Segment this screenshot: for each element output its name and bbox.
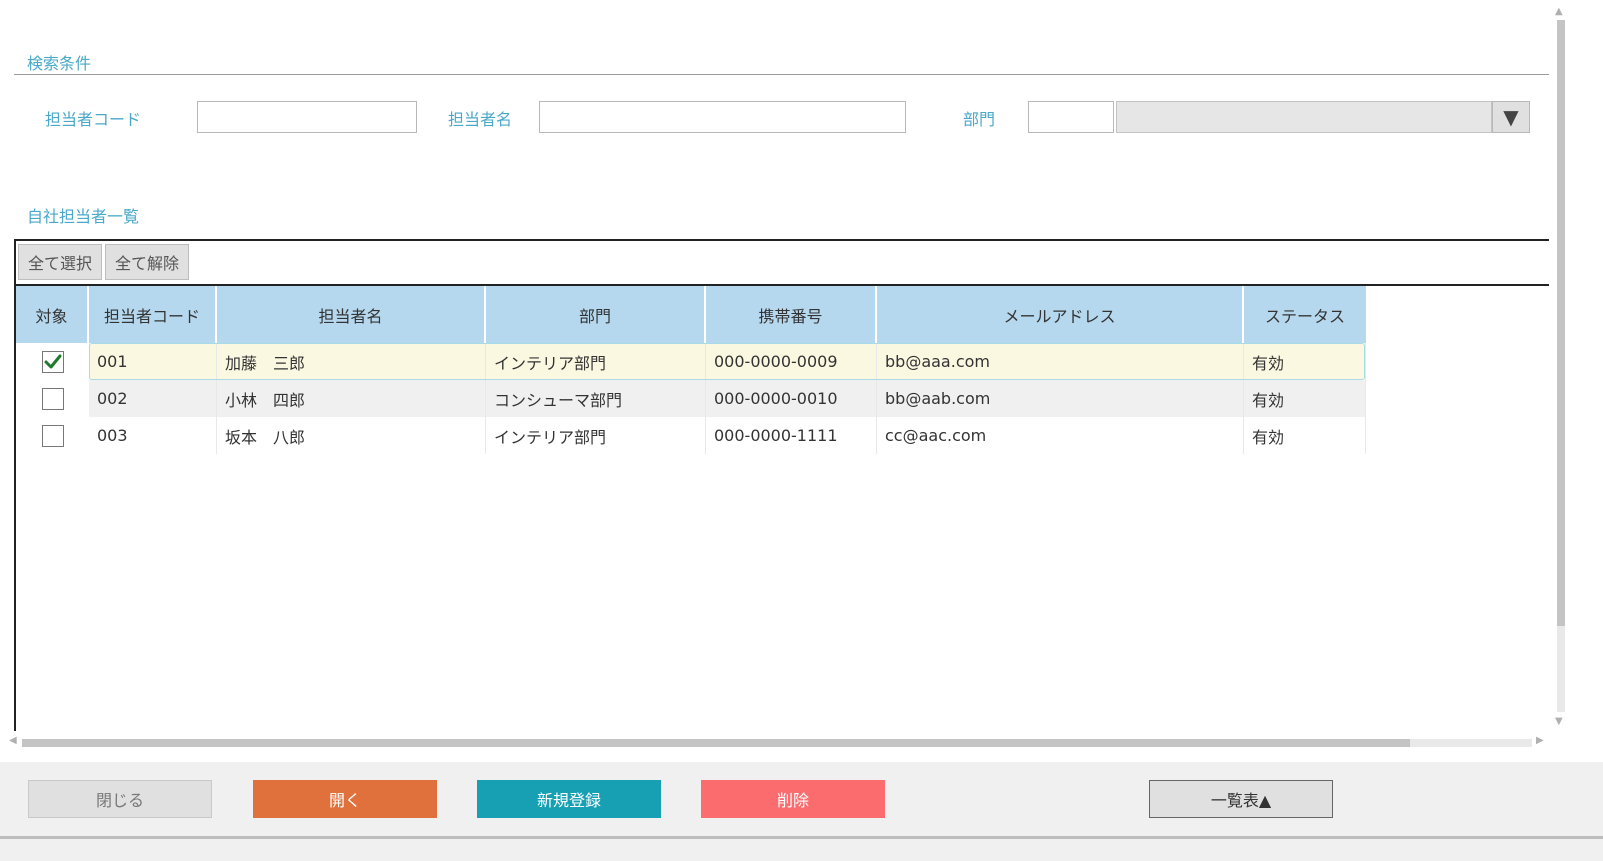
deselect-all-button[interactable]: 全て解除 xyxy=(105,244,189,280)
cell-status: 有効 xyxy=(1244,380,1366,417)
cell-email: bb@aab.com xyxy=(877,380,1244,417)
cell-name: 小林 四郎 xyxy=(217,380,486,417)
search-section-divider xyxy=(14,74,1549,75)
cell-phone: 000-0000-1111 xyxy=(706,417,877,454)
code-label: 担当者コード xyxy=(45,110,142,129)
row-checkbox-cell xyxy=(16,343,89,380)
col-header-code[interactable]: 担当者コード xyxy=(89,286,217,344)
cell-code: 002 xyxy=(89,380,217,417)
cell-email: bb@aaa.com xyxy=(877,343,1244,380)
dept-name-select[interactable] xyxy=(1116,101,1492,133)
open-button[interactable]: 開く xyxy=(253,780,437,818)
name-input[interactable] xyxy=(539,101,906,133)
footer-bottom-border xyxy=(0,836,1603,839)
table-row[interactable]: 003 坂本 八郎 インテリア部門 000-0000-1111 cc@aac.c… xyxy=(16,417,1366,454)
cell-phone: 000-0000-0010 xyxy=(706,380,877,417)
checkmark-icon xyxy=(44,354,61,368)
scroll-left-arrow[interactable]: ◀ xyxy=(9,735,17,746)
delete-button[interactable]: 削除 xyxy=(701,780,885,818)
cell-name: 加藤 三郎 xyxy=(217,343,486,380)
scroll-right-arrow[interactable]: ▶ xyxy=(1536,735,1544,746)
col-header-email[interactable]: メールアドレス xyxy=(877,286,1244,344)
col-header-target[interactable]: 対象 xyxy=(16,286,89,344)
chevron-down-icon: ▼ xyxy=(1503,105,1519,129)
name-label: 担当者名 xyxy=(448,110,513,129)
row-checkbox-cell xyxy=(16,417,89,454)
grid-top-border xyxy=(14,239,1549,241)
dept-dropdown-button[interactable]: ▼ xyxy=(1492,101,1530,133)
cell-status: 有効 xyxy=(1244,417,1366,454)
col-header-name[interactable]: 担当者名 xyxy=(217,286,486,344)
col-header-status[interactable]: ステータス xyxy=(1244,286,1366,344)
new-button[interactable]: 新規登録 xyxy=(477,780,661,818)
row-checkbox-cell xyxy=(16,380,89,417)
row-checkbox[interactable] xyxy=(41,424,64,447)
search-section-title: 検索条件 xyxy=(27,54,92,73)
cell-dept: インテリア部門 xyxy=(486,417,706,454)
cell-dept: コンシューマ部門 xyxy=(486,380,706,417)
vertical-scroll-thumb[interactable] xyxy=(1557,20,1565,626)
cell-email: cc@aac.com xyxy=(877,417,1244,454)
list-view-button[interactable]: 一覧表▲ xyxy=(1149,780,1333,818)
col-header-dept[interactable]: 部門 xyxy=(486,286,706,344)
dept-code-input[interactable] xyxy=(1028,101,1114,133)
close-button[interactable]: 閉じる xyxy=(28,780,212,818)
table-body: 001 加藤 三郎 インテリア部門 000-0000-0009 bb@aaa.c… xyxy=(16,343,1366,454)
cell-code: 001 xyxy=(89,343,217,380)
horizontal-scroll-thumb[interactable] xyxy=(22,739,1410,747)
scroll-down-arrow[interactable]: ▼ xyxy=(1555,716,1563,727)
cell-phone: 000-0000-0009 xyxy=(706,343,877,380)
table-row[interactable]: 001 加藤 三郎 インテリア部門 000-0000-0009 bb@aaa.c… xyxy=(16,343,1366,380)
cell-code: 003 xyxy=(89,417,217,454)
select-all-button[interactable]: 全て選択 xyxy=(18,244,102,280)
cell-status: 有効 xyxy=(1244,343,1366,380)
list-section-title: 自社担当者一覧 xyxy=(27,207,140,226)
table-row[interactable]: 002 小林 四郎 コンシューマ部門 000-0000-0010 bb@aab.… xyxy=(16,380,1366,417)
col-header-phone[interactable]: 携帯番号 xyxy=(706,286,877,344)
table-header: 対象 担当者コード 担当者名 部門 携帯番号 メールアドレス ステータス xyxy=(16,286,1366,344)
cell-dept: インテリア部門 xyxy=(486,343,706,380)
scroll-up-arrow[interactable]: ▲ xyxy=(1555,6,1563,17)
row-checkbox[interactable] xyxy=(41,387,64,410)
cell-name: 坂本 八郎 xyxy=(217,417,486,454)
row-checkbox[interactable] xyxy=(41,350,64,373)
code-input[interactable] xyxy=(197,101,417,133)
dept-label: 部門 xyxy=(963,110,996,129)
